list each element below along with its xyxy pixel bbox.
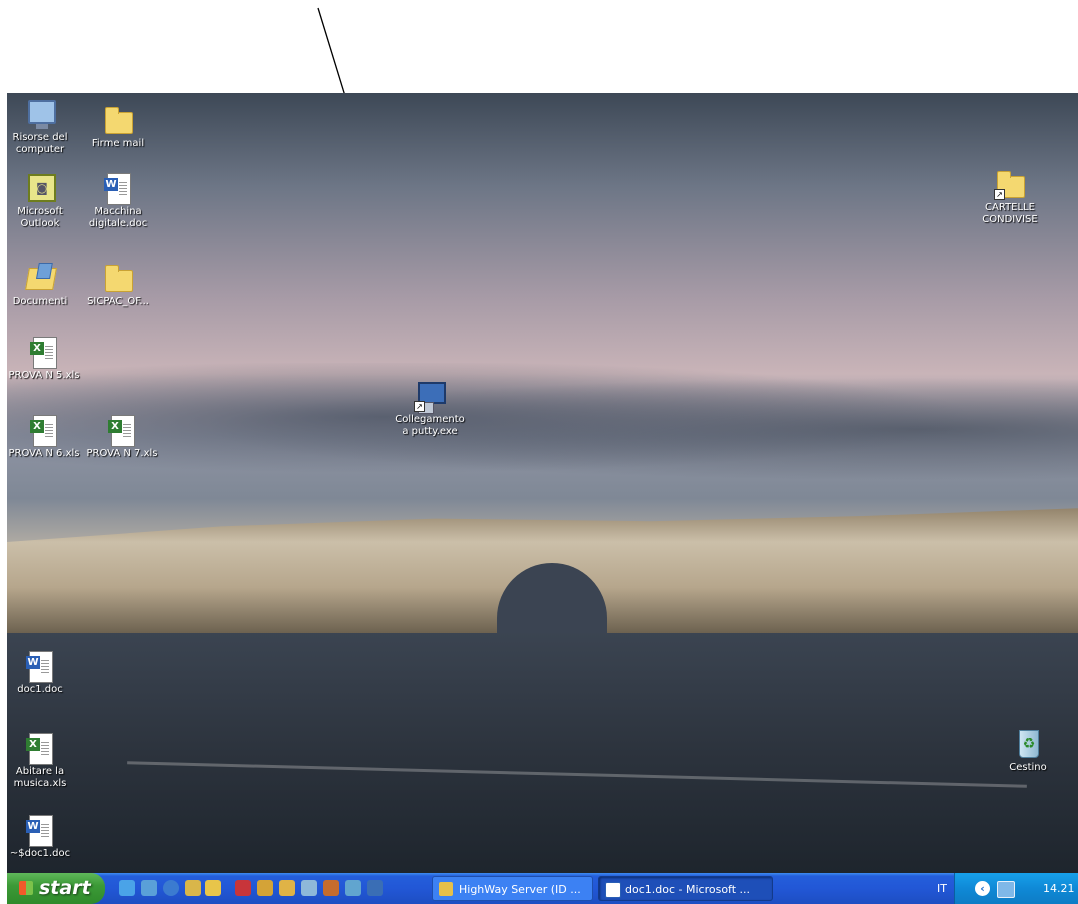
my-documents-icon [24, 262, 57, 294]
icon-label: Cestino [1009, 762, 1047, 773]
quicklaunch-app-icon[interactable] [323, 880, 339, 896]
recycle-bin-icon: ♻ [1012, 728, 1044, 760]
shortcut-arrow-icon: ↗ [414, 401, 425, 412]
desktop [7, 93, 1078, 873]
quicklaunch-browser-icon[interactable] [141, 880, 157, 896]
icon-label: Collegamento a putty.exe [395, 414, 465, 437]
desktop-icon-firme-mail[interactable]: Firme mail [82, 104, 154, 150]
word-document-icon: W [24, 650, 56, 683]
word-document-icon: W [102, 172, 134, 205]
putty-icon: ↗ [414, 380, 446, 414]
clock[interactable]: 14.21 [1043, 873, 1075, 904]
quicklaunch-app-icon[interactable] [345, 880, 361, 896]
system-tray: IT ‹ 14.21 [937, 873, 1078, 904]
word-document-icon: W [24, 814, 56, 847]
icon-label: PROVA N 5.xls [8, 370, 80, 381]
excel-document-icon: X [28, 414, 60, 447]
icon-label: doc1.doc [17, 684, 63, 695]
folder-icon [102, 262, 134, 294]
quicklaunch-app-icon[interactable] [367, 880, 383, 896]
desktop-icon-risorse-del-computer[interactable]: Risorse del computer [4, 98, 76, 156]
quicklaunch-app-icon[interactable] [235, 880, 251, 896]
icon-label: SICPAC_OF... [87, 296, 149, 307]
outlook-icon: ◙ [24, 172, 56, 204]
icon-label: Risorse del computer [12, 132, 68, 155]
word-icon [605, 882, 621, 898]
icon-label: Abitare la musica.xls [13, 766, 67, 789]
wallpaper-sea [7, 633, 1078, 873]
desktop-icon-microsoft-outlook[interactable]: ◙ Microsoft Outlook [4, 172, 76, 230]
shortcut-arrow-icon: ↗ [994, 189, 1005, 200]
shared-folder-icon: ↗ [994, 168, 1026, 200]
desktop-icon-prova-n6[interactable]: X PROVA N 6.xls [8, 414, 80, 460]
desktop-icon-cartelle-condivise[interactable]: ↗ CARTELLE CONDIVISE [974, 168, 1046, 226]
windows-logo-icon [19, 881, 33, 895]
desktop-icon-documenti[interactable]: Documenti [4, 262, 76, 308]
excel-document-icon: X [24, 732, 56, 765]
icon-label: CARTELLE CONDIVISE [982, 202, 1038, 225]
desktop-icon-abitare-la-musica[interactable]: X Abitare la musica.xls [4, 732, 76, 790]
desktop-icon-macchina-digitale[interactable]: W Macchina digitale.doc [82, 172, 154, 230]
icon-label: Microsoft Outlook [17, 206, 63, 229]
show-hidden-icons-chevron-icon[interactable]: ‹ [975, 881, 990, 896]
excel-document-icon: X [28, 336, 60, 369]
quicklaunch-app-icon[interactable] [301, 880, 317, 896]
start-label: start [39, 877, 91, 899]
quicklaunch-ie-icon[interactable] [119, 880, 135, 896]
folder-icon [102, 104, 134, 136]
language-indicator[interactable]: IT [937, 873, 947, 904]
excel-document-icon: X [106, 414, 138, 447]
icon-label: Macchina digitale.doc [88, 206, 148, 229]
wallpaper-clouds [7, 363, 1078, 483]
icon-label: PROVA N 6.xls [8, 448, 80, 459]
quicklaunch-app-icon[interactable] [257, 880, 273, 896]
quicklaunch-media-icon[interactable] [163, 880, 179, 896]
task-label: HighWay Server (ID ... [459, 883, 581, 896]
desktop-icon-prova-n7[interactable]: X PROVA N 7.xls [86, 414, 158, 460]
highway-server-icon [439, 882, 453, 896]
quicklaunch-app-icon[interactable] [279, 880, 295, 896]
quicklaunch-app-icon[interactable] [205, 880, 221, 896]
icon-label: ~$doc1.doc [9, 848, 71, 859]
icon-label: PROVA N 7.xls [86, 448, 158, 459]
icon-label: Firme mail [91, 138, 145, 149]
desktop-icon-prova-n5[interactable]: X PROVA N 5.xls [8, 336, 80, 382]
icon-label: Documenti [12, 296, 68, 307]
desktop-icon-temp-doc1[interactable]: W ~$doc1.doc [4, 814, 76, 860]
taskbar-button-highway-server[interactable]: HighWay Server (ID ... [432, 876, 593, 901]
quicklaunch-app-icon[interactable] [185, 880, 201, 896]
network-tray-icon[interactable] [997, 881, 1015, 898]
start-button[interactable]: start [7, 873, 105, 904]
taskbar-button-doc1-word[interactable]: doc1.doc - Microsoft ... [598, 876, 773, 901]
task-label: doc1.doc - Microsoft ... [625, 883, 751, 896]
desktop-icon-sicpac[interactable]: SICPAC_OF... [82, 262, 154, 308]
desktop-icon-collegamento-putty[interactable]: ↗ Collegamento a putty.exe [394, 380, 466, 438]
desktop-icon-cestino[interactable]: ♻ Cestino [992, 728, 1064, 774]
computer-icon [24, 98, 56, 130]
desktop-icon-doc1[interactable]: W doc1.doc [4, 650, 76, 696]
taskbar: start HighWay Server (ID ... doc1.doc - … [7, 873, 1078, 904]
